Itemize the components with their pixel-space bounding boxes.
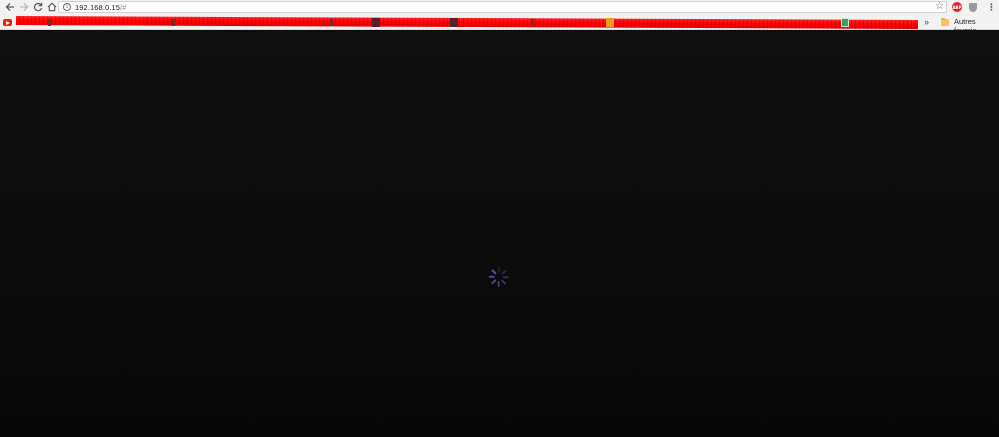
- bookmark-favicon[interactable]: [450, 18, 458, 27]
- arrow-left-icon: [5, 3, 14, 11]
- url-host: 192.168.0.15: [75, 2, 120, 12]
- bookmark-favicon[interactable]: [172, 19, 175, 26]
- bookmark-favicon[interactable]: [330, 19, 333, 26]
- spinner-spoke: [498, 267, 500, 273]
- browser-toolbar: i 192.168.0.15/# ☆ ABP ⋮: [0, 0, 999, 15]
- url-text: 192.168.0.15/#: [75, 3, 126, 12]
- spinner-spoke: [488, 276, 495, 278]
- abp-label: ABP: [952, 4, 962, 10]
- spinner-spoke: [502, 276, 509, 278]
- bookmark-favicon[interactable]: [372, 18, 380, 27]
- adblock-extension-icon[interactable]: ABP: [952, 2, 962, 12]
- spinner-spoke: [501, 279, 507, 285]
- spinner-spoke: [498, 281, 500, 287]
- address-bar[interactable]: i 192.168.0.15/# ☆: [58, 1, 947, 13]
- page-content: [0, 31, 999, 437]
- url-path: /#: [120, 2, 127, 12]
- bookmark-favicon[interactable]: [841, 18, 849, 27]
- kebab-menu-icon[interactable]: ⋮: [987, 2, 996, 12]
- home-icon: [47, 2, 57, 12]
- reload-button[interactable]: [31, 0, 45, 14]
- info-icon[interactable]: i: [63, 3, 71, 11]
- loading-spinner-icon: [488, 267, 509, 287]
- spinner-spoke: [491, 269, 497, 275]
- arrow-right-icon: [20, 3, 29, 11]
- back-button[interactable]: [3, 0, 17, 14]
- bookmark-star-icon[interactable]: ☆: [935, 1, 944, 13]
- bookmark-favicon[interactable]: [606, 18, 614, 27]
- spinner-spoke: [501, 269, 507, 275]
- folder-icon: [941, 18, 949, 26]
- bookmark-favicon[interactable]: [531, 19, 534, 26]
- reload-icon: [33, 2, 43, 12]
- home-button[interactable]: [45, 0, 59, 14]
- bookmark-favicon[interactable]: [48, 19, 51, 26]
- bookmarks-overflow-chevron[interactable]: »: [924, 17, 929, 27]
- forward-button[interactable]: [17, 0, 31, 14]
- youtube-bookmark-icon[interactable]: [3, 19, 12, 26]
- shield-extension-icon[interactable]: [969, 3, 977, 12]
- spinner-spoke: [491, 279, 497, 285]
